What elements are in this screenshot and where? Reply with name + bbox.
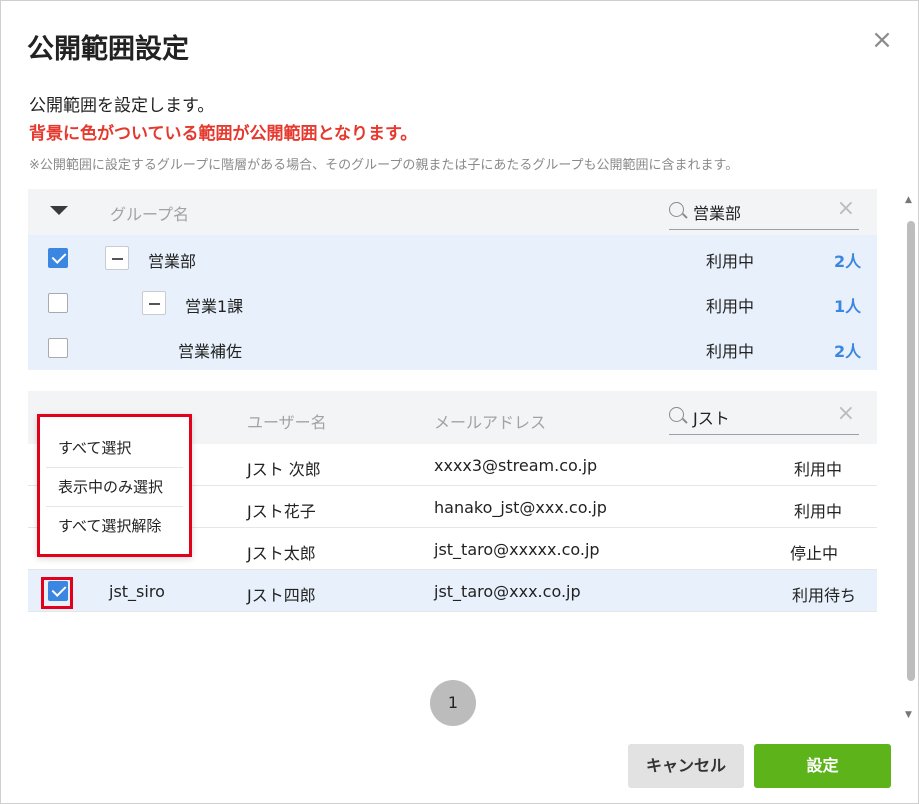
cancel-button[interactable]: キャンセル [628, 744, 744, 788]
user-name: Jスト四郎 [247, 586, 316, 605]
group-row[interactable]: 営業補佐 利用中 2人 [28, 325, 877, 370]
group-status: 利用中 [706, 297, 755, 316]
pagination-page-button[interactable]: 1 [430, 680, 476, 726]
user-id: jst_siro [109, 582, 165, 601]
publish-scope-dialog: 公開範囲設定 × 公開範囲を設定します。 背景に色がついている範囲が公開範囲とな… [0, 0, 919, 804]
user-status: 停止中 [790, 544, 839, 563]
user-name: Jスト 次郎 [247, 460, 321, 479]
search-icon [669, 202, 684, 217]
group-search-field[interactable]: 営業部 × [669, 194, 859, 230]
collapse-toggle-icon[interactable] [105, 246, 129, 270]
dialog-warning: 背景に色がついている範囲が公開範囲となります。 [29, 124, 418, 144]
group-name-column-header: グループ名 [110, 205, 190, 224]
username-column-header: ユーザー名 [247, 413, 327, 432]
checkbox-highlight-frame [41, 577, 73, 609]
group-name: 営業補佐 [178, 342, 243, 361]
menu-item-deselect-all[interactable]: すべて選択解除 [46, 507, 183, 546]
user-email: jst_taro@xxx.co.jp [434, 582, 581, 601]
group-table-header: グループ名 営業部 × [28, 189, 877, 235]
scroll-up-arrow-icon[interactable]: ▲ [905, 195, 912, 205]
scrollbar-thumb[interactable] [907, 221, 915, 681]
collapse-toggle-icon[interactable] [142, 291, 166, 315]
user-email: xxxx3@stream.co.jp [434, 456, 598, 475]
group-status: 利用中 [706, 342, 755, 361]
collapse-all-triangle-icon[interactable] [50, 206, 68, 215]
user-status: 利用中 [794, 460, 843, 479]
group-name: 営業1課 [185, 297, 244, 316]
email-column-header: メールアドレス [434, 413, 547, 432]
menu-item-select-all[interactable]: すべて選択 [46, 429, 183, 468]
scroll-down-arrow-icon[interactable]: ▼ [905, 710, 912, 720]
user-search-field[interactable]: Jスト × [669, 399, 859, 435]
save-settings-button[interactable]: 設定 [754, 744, 891, 788]
user-status: 利用中 [794, 502, 843, 521]
dialog-note: ※公開範囲に設定するグループに階層がある場合、そのグループの親または子にあたるグ… [29, 158, 739, 173]
menu-item-select-visible[interactable]: 表示中のみ選択 [46, 468, 183, 507]
search-icon [669, 407, 684, 422]
group-checkbox[interactable] [48, 293, 68, 313]
group-status: 利用中 [706, 252, 755, 271]
user-status: 利用待ち [792, 586, 857, 605]
dialog-description: 公開範囲を設定します。 [29, 96, 215, 116]
group-search-input-value[interactable]: 営業部 [693, 200, 741, 224]
dialog-title: 公開範囲設定 [27, 34, 189, 65]
close-icon[interactable]: × [869, 27, 895, 53]
user-row[interactable]: jst_siro Jスト四郎 jst_taro@xxx.co.jp 利用待ち [28, 570, 877, 612]
group-checkbox[interactable] [48, 338, 68, 358]
group-member-count[interactable]: 2人 [834, 338, 861, 362]
user-name: Jスト太郎 [247, 544, 316, 563]
group-checkbox[interactable] [48, 248, 68, 268]
user-email: jst_taro@xxxxx.co.jp [434, 540, 600, 559]
group-table-body: 営業部 利用中 2人 営業1課 利用中 1人 営業補佐 利用中 2人 [28, 235, 877, 370]
group-member-count[interactable]: 1人 [834, 293, 861, 317]
group-row[interactable]: 営業1課 利用中 1人 [28, 280, 877, 325]
group-table: グループ名 営業部 × 営業部 利用中 2人 営業1課 利用中 1人 営業補佐 … [28, 189, 877, 370]
group-row[interactable]: 営業部 利用中 2人 [28, 235, 877, 280]
clear-search-icon[interactable]: × [837, 196, 855, 221]
user-email: hanako_jst@xxx.co.jp [434, 498, 607, 517]
clear-search-icon[interactable]: × [837, 401, 855, 426]
group-name: 営業部 [148, 252, 197, 271]
group-member-count[interactable]: 2人 [834, 248, 861, 272]
user-search-input-value[interactable]: Jスト [693, 405, 730, 429]
user-name: Jスト花子 [247, 502, 316, 521]
select-options-menu: すべて選択 表示中のみ選択 すべて選択解除 [37, 414, 192, 557]
